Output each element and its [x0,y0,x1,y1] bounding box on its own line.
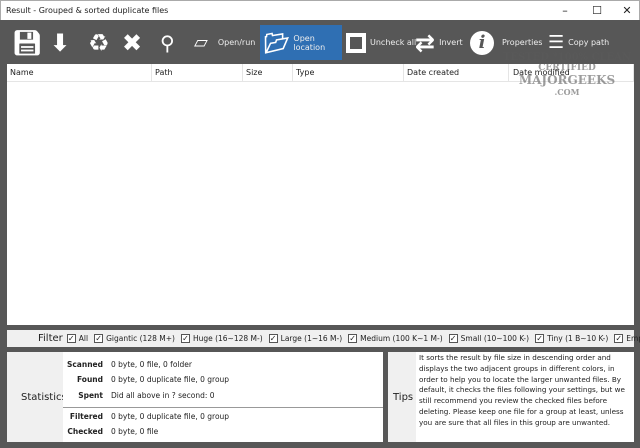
column-size[interactable]: Size [243,64,293,82]
stat-value: 0 byte, 0 file, 0 folder [111,360,192,369]
filter-empty-label: Empty (0 B) [626,334,640,343]
uncheck-all-button[interactable]: Uncheck all [346,25,416,60]
uncheck-all-label: Uncheck all [370,38,417,47]
stat-value: 0 byte, 0 file [111,427,159,436]
tips-text: It sorts the result by file size in desc… [416,352,634,442]
recycle-bin-icon: ♻ [88,28,110,57]
invert-label: Invert [439,38,463,47]
filter-empty[interactable]: ✓Empty (0 B) [614,334,640,343]
open-run-label: Open/run [217,38,256,47]
stat-value: 0 byte, 0 duplicate file, 0 group [111,412,230,421]
filter-huge-label: Huge (16~128 M-) [192,334,263,343]
copy-path-button[interactable]: ☰ Copy path [548,25,609,60]
download-icon: ⬇ [50,28,71,57]
stat-key: Found [76,375,103,384]
checkbox-checked-icon: ✓ [268,334,278,343]
toolbar: 💾︎ ⬇ ♻ ✖ ⚲ ▱ Open/run 📂︎ Open location Unc… [0,20,640,62]
filter-gigantic[interactable]: ✓ Gigantic (128 M+) [94,334,175,343]
filter-all-label: All [78,334,89,343]
filter-medium-label: Medium (100 K~1 M-) [360,334,443,343]
open-location-button[interactable]: 📂︎ Open location [260,25,342,60]
folder-arrow-icon: 📂︎ [264,30,290,55]
close-button[interactable]: ✕ [613,3,640,19]
results-list[interactable]: Name Path Size Type Date created Date mo… [7,64,634,325]
swap-arrows-icon: ⇄ [415,28,436,57]
window-icon: ▱ [194,31,208,53]
stat-value: Did all above in ? second: 0 [111,391,215,400]
open-run-button[interactable]: ▱ Open/run [194,25,255,60]
filter-tiny[interactable]: ✓ Tiny (1 B~10 K-) [535,334,608,343]
checkbox-checked-icon: ✓ [448,334,458,343]
checkbox-checked-icon: ✓ [94,334,104,343]
maximize-button[interactable]: ☐ [583,3,611,19]
tips-panel: Tips It sorts the result by file size in… [388,352,634,442]
magnifier-icon: ⚲ [160,30,175,55]
list-header: Name Path Size Type Date created Date mo… [7,64,634,82]
stat-key: Spent [78,391,103,400]
recycle-button[interactable]: ♻ [88,25,110,60]
filter-large-label: Large (1~16 M-) [280,334,343,343]
filter-small-label: Small (10~100 K-) [460,334,530,343]
copy-path-label: Copy path [568,38,610,47]
column-type[interactable]: Type [293,64,404,82]
save-icon: 💾︎ [12,28,43,57]
filter-large[interactable]: ✓ Large (1~16 M-) [268,334,343,343]
filter-tiny-label: Tiny (1 B~10 K-) [547,334,609,343]
open-location-label: Open location [293,33,326,52]
column-name[interactable]: Name [7,64,152,82]
minimize-button[interactable]: – [551,3,579,19]
invert-button[interactable]: ⇄ Invert [415,25,463,60]
checkbox-checked-icon: ✓ [348,334,358,343]
stat-value: 0 byte, 0 duplicate file, 0 group [111,375,230,384]
delete-button[interactable]: ✖ [122,25,142,60]
checkbox-checked-icon: ✓ [66,334,76,343]
export-button[interactable]: ⬇ [50,25,70,60]
title-bar: Result - Grouped & sorted duplicate file… [0,0,640,20]
column-date-modified[interactable]: Date modified [509,64,634,82]
filter-medium[interactable]: ✓ Medium (100 K~1 M-) [348,334,443,343]
stat-key: Checked [67,427,103,436]
filter-huge[interactable]: ✓ Huge (16~128 M-) [180,334,263,343]
stat-key: Filtered [69,412,103,421]
filter-all[interactable]: ✓ All [66,334,89,343]
lines-icon: ☰ [548,31,565,53]
checkbox-icon [346,32,366,53]
filter-label: Filter [38,333,63,344]
filter-small[interactable]: ✓ Small (10~100 K-) [448,334,530,343]
statistics-body: Scanned 0 byte, 0 file, 0 folder Found 0 b… [63,352,383,442]
delete-x-icon: ✖ [122,28,143,57]
divider [63,407,383,408]
properties-label: Properties [502,38,543,47]
column-date-created[interactable]: Date created [404,64,509,82]
filter-gigantic-label: Gigantic (128 M+) [106,334,175,343]
save-button[interactable]: 💾︎ [12,25,42,60]
statistics-label: Statistics [21,392,67,403]
tips-label: Tips [393,392,414,403]
statistics-panel: Statistics Scanned 0 byte, 0 file, 0 fold… [7,352,383,442]
checkbox-checked-icon: ✓ [535,334,545,343]
find-button[interactable]: ⚲ [160,25,175,60]
checkbox-checked-icon: ✓ [180,334,190,343]
filter-bar: Filter ✓ All ✓ Gigantic (128 M+) ✓ Huge (16… [7,330,640,347]
window-title: Result - Grouped & sorted duplicate file… [6,6,169,15]
stat-key: Scanned [66,360,103,369]
column-path[interactable]: Path [152,64,243,82]
info-icon: i [470,30,494,55]
properties-button[interactable]: i Properties [470,25,542,60]
checkbox-checked-icon: ✓ [614,334,624,343]
